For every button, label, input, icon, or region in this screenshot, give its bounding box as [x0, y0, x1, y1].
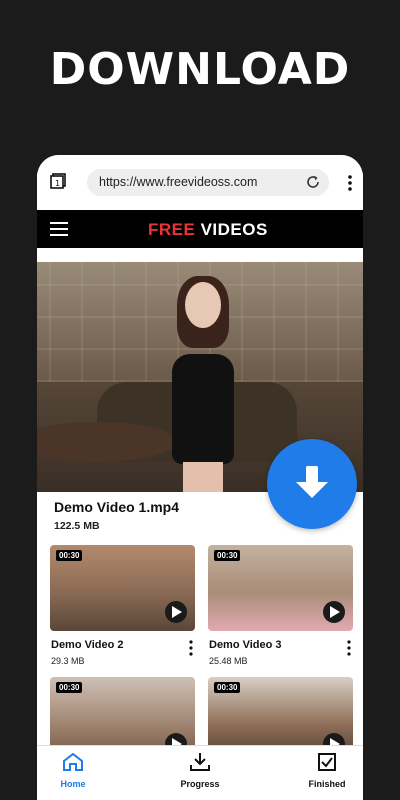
- video-name: Demo Video 3: [209, 639, 282, 651]
- bottom-navigation: Home Progress Finished: [37, 745, 363, 800]
- featured-video-title: Demo Video 1.mp4: [54, 499, 180, 515]
- page-headline: DOWNLOAD: [49, 44, 351, 95]
- play-icon[interactable]: [323, 601, 345, 623]
- nav-finished[interactable]: Finished: [292, 752, 362, 789]
- video-card[interactable]: 00:30 Demo Video 3 25.48 MB: [208, 545, 353, 666]
- app-brand: FREE VIDEOS: [148, 220, 268, 240]
- video-size: 29.3 MB: [51, 656, 85, 666]
- nav-home-label: Home: [60, 779, 86, 789]
- featured-video-size: 122.5 MB: [54, 520, 100, 532]
- nav-progress-label: Progress: [180, 779, 220, 789]
- finished-check-icon: [318, 753, 336, 771]
- duration-badge: 00:30: [214, 682, 241, 693]
- play-icon[interactable]: [165, 601, 187, 623]
- tabs-icon[interactable]: 1: [50, 173, 66, 189]
- more-vert-icon[interactable]: [189, 640, 193, 656]
- browser-url-bar: 1 https://www.freevideoss.com: [37, 155, 363, 210]
- video-thumbnail[interactable]: 00:30: [208, 545, 353, 631]
- brand-free: FREE: [148, 220, 196, 239]
- home-icon: [63, 752, 83, 771]
- more-vert-icon[interactable]: [347, 640, 351, 656]
- reload-icon[interactable]: [305, 174, 321, 190]
- video-thumbnail[interactable]: 00:30: [50, 545, 195, 631]
- duration-badge: 00:30: [214, 550, 241, 561]
- duration-badge: 00:30: [56, 682, 83, 693]
- video-size: 25.48 MB: [209, 656, 248, 666]
- download-tray-icon: [190, 753, 210, 771]
- nav-finished-label: Finished: [308, 779, 346, 789]
- more-vert-icon[interactable]: [347, 174, 353, 192]
- app-header: FREE VIDEOS: [37, 210, 363, 248]
- nav-home[interactable]: Home: [38, 752, 108, 789]
- download-button[interactable]: [267, 439, 357, 529]
- hamburger-menu-icon[interactable]: [50, 222, 68, 236]
- phone-screen: 1 https://www.freevideoss.com FREE VIDEO…: [37, 155, 363, 800]
- duration-badge: 00:30: [56, 550, 83, 561]
- url-input[interactable]: https://www.freevideoss.com: [87, 169, 329, 196]
- url-text: https://www.freevideoss.com: [99, 175, 258, 189]
- video-card[interactable]: 00:30 Demo Video 2 29.3 MB: [50, 545, 195, 666]
- video-name: Demo Video 2: [51, 639, 124, 651]
- hero-person: [167, 276, 237, 492]
- svg-text:1: 1: [55, 179, 60, 188]
- download-arrow-icon: [296, 466, 328, 498]
- nav-progress[interactable]: Progress: [165, 752, 235, 789]
- brand-videos: VIDEOS: [195, 220, 268, 239]
